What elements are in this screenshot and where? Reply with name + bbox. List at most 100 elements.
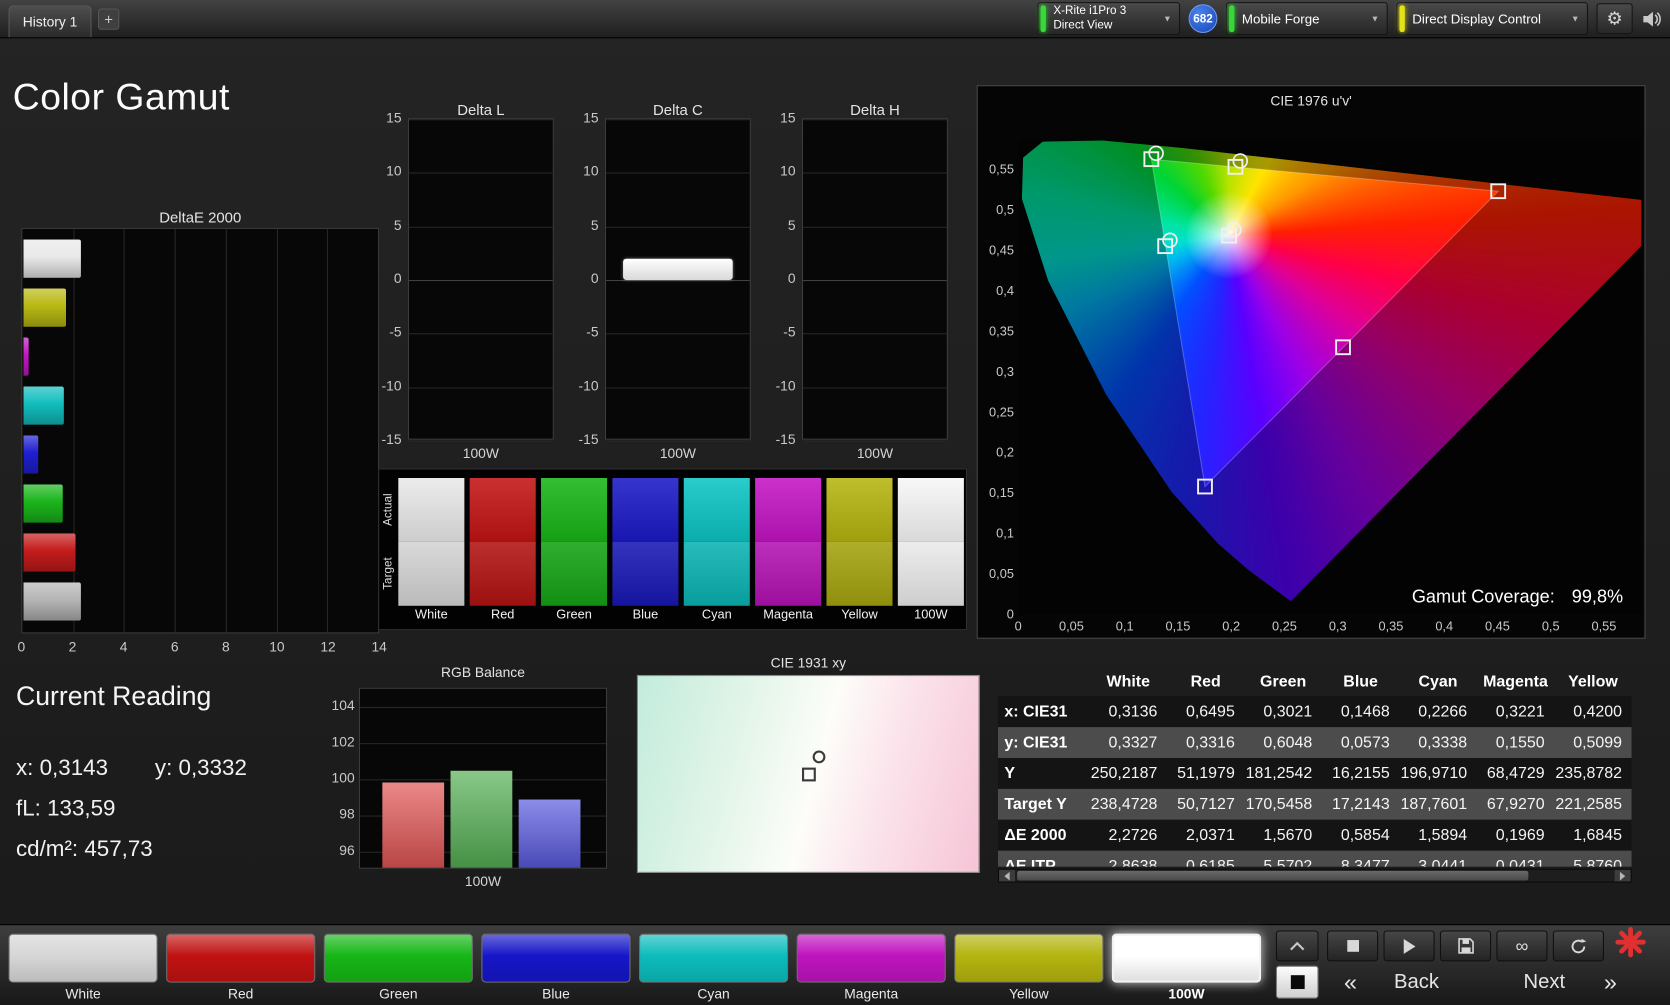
gridline: [803, 119, 947, 121]
table-cell: 50,7127: [1177, 795, 1235, 814]
y-tick-label: 102: [331, 733, 355, 750]
stop-button[interactable]: [1327, 930, 1379, 962]
x-tick-label: 0,5: [1541, 618, 1560, 634]
rgb-balance-chart: [358, 687, 608, 869]
settings-gear-button[interactable]: ⚙: [1596, 3, 1633, 35]
current-reading-title: Current Reading: [15, 681, 212, 712]
table-cell: 0,3221: [1495, 702, 1545, 721]
back-chevron-button[interactable]: «: [1336, 968, 1366, 998]
gridline: [803, 333, 947, 335]
pattern-button-white[interactable]: [8, 933, 158, 983]
x-tick-label: 0,35: [1378, 618, 1404, 634]
table-cell: 0,6185: [1185, 857, 1235, 867]
scroll-right-button[interactable]: [1614, 869, 1631, 882]
next-chevron-button[interactable]: »: [1595, 968, 1625, 998]
deltae-bar-white: [23, 239, 82, 278]
expand-up-button[interactable]: [1275, 930, 1319, 962]
x-tick-label: 4: [119, 638, 128, 655]
table-cell: 5,5702: [1263, 857, 1313, 867]
table-header-cell: Red: [1190, 672, 1221, 691]
measurement-table: White Red Green Blue Cyan Magenta Yellow x: CIE…: [997, 668, 1632, 867]
table-horizontal-scrollbar[interactable]: [997, 868, 1632, 883]
deltae-bar-yellow: [23, 288, 67, 327]
cie1976-panel: CIE 1976 u'v' Gamut Coverage: 99,8% 0 0 0,0…: [976, 85, 1646, 639]
y-tick-label: 15: [780, 109, 796, 126]
delta_c-bar: [623, 258, 733, 280]
x-tick-label: 0,4: [1435, 618, 1454, 634]
cie1976-overlay: [1018, 140, 1642, 615]
table-row-label: Target Y: [1004, 795, 1067, 814]
x-tick-label: 0,45: [1485, 618, 1510, 634]
pattern-button-blue[interactable]: [481, 933, 631, 983]
play-button[interactable]: [1383, 930, 1435, 962]
deltae-bar-cyan: [23, 386, 64, 425]
table-row-label: y: CIE31: [1004, 733, 1068, 752]
delta_h-x-label: 100W: [856, 445, 894, 461]
stop-icon: [1346, 940, 1359, 952]
pattern-button-cyan[interactable]: [639, 933, 789, 983]
source-dropdown[interactable]: Mobile Forge ▼: [1225, 2, 1388, 36]
table-cell: 5,8760: [1573, 857, 1623, 867]
gridline: [225, 228, 227, 633]
table-cell: 0,0573: [1340, 733, 1390, 752]
y-tick-label: 5: [787, 216, 796, 233]
y-tick-label: 100: [331, 769, 355, 786]
delta_l-title: Delta L: [457, 101, 505, 119]
refresh-button[interactable]: [1552, 930, 1604, 962]
x-tick-label: 2: [68, 638, 77, 655]
next-button[interactable]: Next: [1502, 968, 1587, 998]
back-button[interactable]: Back: [1374, 968, 1459, 998]
refresh-icon: [1571, 938, 1587, 953]
display-control-dropdown[interactable]: Direct Display Control ▼: [1396, 2, 1588, 36]
y-tick-label: 0,25: [989, 404, 1014, 420]
pattern-window-icon: [1290, 975, 1305, 990]
save-icon: [1457, 938, 1474, 954]
table-cell: 0,4200: [1573, 702, 1623, 721]
gridline: [359, 743, 607, 745]
scrollbar-thumb[interactable]: [1017, 870, 1529, 881]
pattern-button-green[interactable]: [323, 933, 473, 983]
add-tab-button[interactable]: +: [97, 7, 120, 30]
pattern-button-yellow[interactable]: [954, 933, 1104, 983]
y-tick-label: 0: [787, 270, 796, 287]
meter-dropdown[interactable]: X-Rite i1Pro 3 Direct View ▼: [1037, 2, 1181, 36]
y-tick-label: 10: [780, 163, 796, 180]
scroll-left-button[interactable]: [999, 869, 1015, 882]
y-tick-label: 0,35: [989, 323, 1014, 339]
current-reading-xy: x: 0,3143 y: 0,3332: [15, 755, 247, 781]
continuous-measure-button[interactable]: ∞: [1496, 930, 1548, 962]
pattern-window-button[interactable]: [1275, 965, 1319, 999]
gridline: [803, 226, 947, 228]
page-title: Color Gamut: [12, 76, 230, 119]
target-marker-white: [812, 750, 826, 764]
target-swatch-green: [541, 541, 608, 606]
y-tick-label: 0,4: [996, 283, 1014, 299]
y-tick-label: 15: [583, 109, 599, 126]
rgb-balance-title: RGB Balance: [441, 664, 525, 681]
save-button[interactable]: [1439, 930, 1492, 962]
rgb-balance-y-axis: 104 102 100 98 96: [318, 688, 355, 869]
meter-count-badge: 682: [1188, 4, 1218, 34]
calibration-alert-icon[interactable]: [1615, 926, 1647, 963]
y-tick-label: 0,3: [996, 364, 1014, 380]
actual-target-swatch-strip: Actual Target White Red Green Blue Cyan Magenta…: [378, 468, 968, 631]
pattern-button-red[interactable]: [166, 933, 316, 983]
pattern-button-magenta[interactable]: [796, 933, 946, 983]
table-cell: 67,9270: [1486, 795, 1545, 814]
x-tick-label: 0,2: [1222, 618, 1241, 634]
deltae-bar-magenta: [23, 337, 29, 376]
gridline: [408, 119, 553, 121]
x-tick-label: 12: [320, 638, 336, 655]
swatch-column-label: Cyan: [701, 606, 732, 622]
swatch-row-label-target: Target: [381, 557, 395, 591]
gridline: [606, 172, 750, 174]
pattern-button-100w[interactable]: [1111, 933, 1262, 983]
table-row-label: ΔE ITP: [1004, 857, 1056, 867]
gridline: [606, 333, 750, 335]
gridline: [408, 172, 553, 174]
current-reading-fl: fL: 133,59: [15, 796, 116, 821]
table-row: Target Y 238,4728 50,7127 170,5458 17,2143 18…: [997, 788, 1632, 820]
x-tick-label: 0,3: [1328, 618, 1347, 634]
tab-history-1[interactable]: History 1: [8, 5, 92, 38]
actual-swatch-yellow: [826, 478, 893, 542]
